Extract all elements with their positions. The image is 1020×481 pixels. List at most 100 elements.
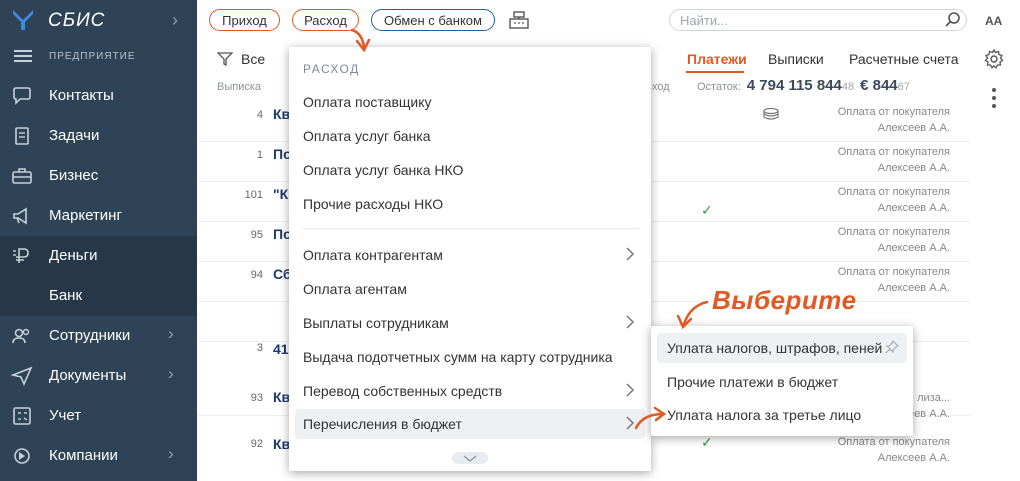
submenu-item-label: Прочие платежи в бюджет xyxy=(667,374,839,390)
row-person: Алексеев А.А. xyxy=(877,122,950,134)
sidebar-item-label: Банк xyxy=(49,287,83,304)
row-category: Оплата от покупателя xyxy=(837,146,950,158)
row-number: 95 xyxy=(250,229,263,241)
search-icon[interactable] xyxy=(944,11,962,29)
row-person: Алексеев А.А. xyxy=(877,242,950,254)
submenu-item-third-party-tax[interactable]: Уплата налога за третье лицо xyxy=(657,400,907,430)
sidebar-item-employees[interactable]: Сотрудники › xyxy=(0,316,197,356)
row-number: 93 xyxy=(250,392,263,404)
sidebar: СБИС › ПРЕДПРИЯТИЕ Контакты Задачи Бизне… xyxy=(0,0,197,481)
sidebar-item-label: Задачи xyxy=(49,127,100,144)
sidebar-item-tasks[interactable]: Задачи xyxy=(0,116,197,156)
submenu-item-other-budget[interactable]: Прочие платежи в бюджет xyxy=(657,367,907,397)
menu-item-accountable-sums[interactable]: Выдача подотчетных сумм на карту сотрудн… xyxy=(295,342,645,372)
chevron-right-icon[interactable]: › xyxy=(168,324,184,346)
filter-button[interactable]: Все xyxy=(217,51,265,67)
sidebar-item-marketing[interactable]: Маркетинг xyxy=(0,196,197,236)
row-person: Алексеев А.А. xyxy=(877,162,950,174)
menu-item-label: Прочие расходы НКО xyxy=(303,196,444,212)
chevron-right-icon xyxy=(626,247,635,261)
row-category: Оплата от покупателя xyxy=(837,186,950,198)
menu-icon[interactable] xyxy=(14,50,32,62)
balance-eur-cent: 67 xyxy=(897,81,910,93)
balance-eur: € 844 xyxy=(860,77,898,94)
briefcase-icon xyxy=(12,168,32,184)
chevron-right-icon[interactable]: › xyxy=(172,10,178,31)
budget-submenu: Уплата налогов, штрафов, пеней Прочие пл… xyxy=(651,326,913,436)
check-icon: ✓ xyxy=(701,434,713,450)
check-icon: ✓ xyxy=(701,202,713,218)
row-category: Оплата от покупателя xyxy=(837,266,950,278)
more-options-icon[interactable] xyxy=(992,88,996,112)
sidebar-item-label: Учет xyxy=(49,407,82,424)
menu-item-counterparties[interactable]: Оплата контрагентам xyxy=(295,240,645,270)
menu-item-label: Оплата агентам xyxy=(303,281,407,297)
chevron-right-icon[interactable]: › xyxy=(168,444,184,466)
submenu-item-label: Уплата налогов, штрафов, пеней xyxy=(667,340,883,356)
scroll-down-handle[interactable] xyxy=(452,452,488,464)
menu-item-other-nko[interactable]: Прочие расходы НКО xyxy=(295,189,645,219)
cash-register-icon[interactable] xyxy=(507,10,531,30)
sidebar-item-money[interactable]: Деньги xyxy=(0,236,197,276)
menu-item-employee-payments[interactable]: Выплаты сотрудникам xyxy=(295,308,645,338)
gear-icon[interactable] xyxy=(984,49,1004,69)
row-title: Кв xyxy=(273,436,291,452)
pin-icon[interactable] xyxy=(885,340,899,354)
org-label: ПРЕДПРИЯТИЕ xyxy=(49,51,136,62)
row-category: лиза... xyxy=(917,392,950,404)
menu-item-label: Оплата поставщику xyxy=(303,94,432,110)
balance-rub: 4 794 115 844 xyxy=(746,77,842,94)
sidebar-item-label: Бизнес xyxy=(49,167,99,184)
sidebar-item-contacts[interactable]: Контакты xyxy=(0,76,197,116)
row-person: Алексеев А.А. xyxy=(877,452,950,464)
row-number: 92 xyxy=(250,438,263,450)
filter-label: Все xyxy=(241,51,266,67)
sidebar-item-accounting[interactable]: Учет xyxy=(0,396,197,436)
menu-divider xyxy=(303,228,639,229)
row-number: 101 xyxy=(244,189,263,201)
balance-rub-kop: 48 xyxy=(841,81,855,93)
menu-item-label: Оплата услуг банка xyxy=(303,128,431,144)
menu-item-agents[interactable]: Оплата агентам xyxy=(295,274,645,304)
tab-payments[interactable]: Платежи xyxy=(687,51,747,67)
income-button[interactable]: Приход xyxy=(209,9,280,31)
menu-item-own-funds-transfer[interactable]: Перевод собственных средств xyxy=(295,376,645,406)
app-logo[interactable]: СБИС › xyxy=(0,0,197,40)
row-category: Оплата от покупателя xyxy=(837,226,950,238)
menu-item-label: Оплата услуг банка НКО xyxy=(303,162,464,178)
chevron-right-icon[interactable]: › xyxy=(168,364,184,386)
sidebar-item-business[interactable]: Бизнес xyxy=(0,156,197,196)
balance: Остаток: 4 794 115 844 48 € 844 67 xyxy=(697,77,916,94)
bank-exchange-button[interactable]: Обмен с банком xyxy=(371,9,495,31)
search-input[interactable]: Найти... xyxy=(669,9,967,31)
font-size-toggle[interactable]: AA xyxy=(985,14,1002,28)
menu-item-bank-services[interactable]: Оплата услуг банка xyxy=(295,121,645,151)
sidebar-item-bank[interactable]: Банк xyxy=(0,276,197,316)
sidebar-item-label: Документы xyxy=(49,367,127,384)
sidebar-item-documents[interactable]: Документы › xyxy=(0,356,197,396)
filter-icon xyxy=(217,52,233,66)
annotation-callout: Выберите xyxy=(712,285,857,315)
menu-item-supplier-payment[interactable]: Оплата поставщику xyxy=(295,87,645,117)
expense-button[interactable]: Расход xyxy=(292,9,359,31)
sidebar-item-label: Деньги xyxy=(49,247,98,264)
menu-header: РАСХОД xyxy=(303,62,360,76)
row-title: "К xyxy=(273,186,289,202)
chevron-right-icon xyxy=(626,315,635,329)
chevron-right-icon xyxy=(626,383,635,397)
companies-icon xyxy=(14,448,30,464)
submenu-item-taxes-fines[interactable]: Уплата налогов, штрафов, пеней xyxy=(657,333,907,363)
menu-item-bank-services-nko[interactable]: Оплата услуг банка НКО xyxy=(295,155,645,185)
sidebar-item-label: Маркетинг xyxy=(49,207,122,224)
menu-item-label: Оплата контрагентам xyxy=(303,247,443,263)
chevron-right-icon xyxy=(626,416,635,430)
menu-item-budget-transfers[interactable]: Перечисления в бюджет xyxy=(295,409,645,439)
sidebar-item-companies[interactable]: Компании › xyxy=(0,436,197,476)
chevron-down-icon xyxy=(463,455,477,462)
row-number: 94 xyxy=(250,269,263,281)
tab-accounts[interactable]: Расчетные счета xyxy=(849,51,959,67)
calculator-icon xyxy=(13,407,31,425)
tab-statements[interactable]: Выписки xyxy=(768,51,824,67)
column-header-statement: Выписка xyxy=(217,81,262,93)
ruble-icon xyxy=(13,248,29,263)
